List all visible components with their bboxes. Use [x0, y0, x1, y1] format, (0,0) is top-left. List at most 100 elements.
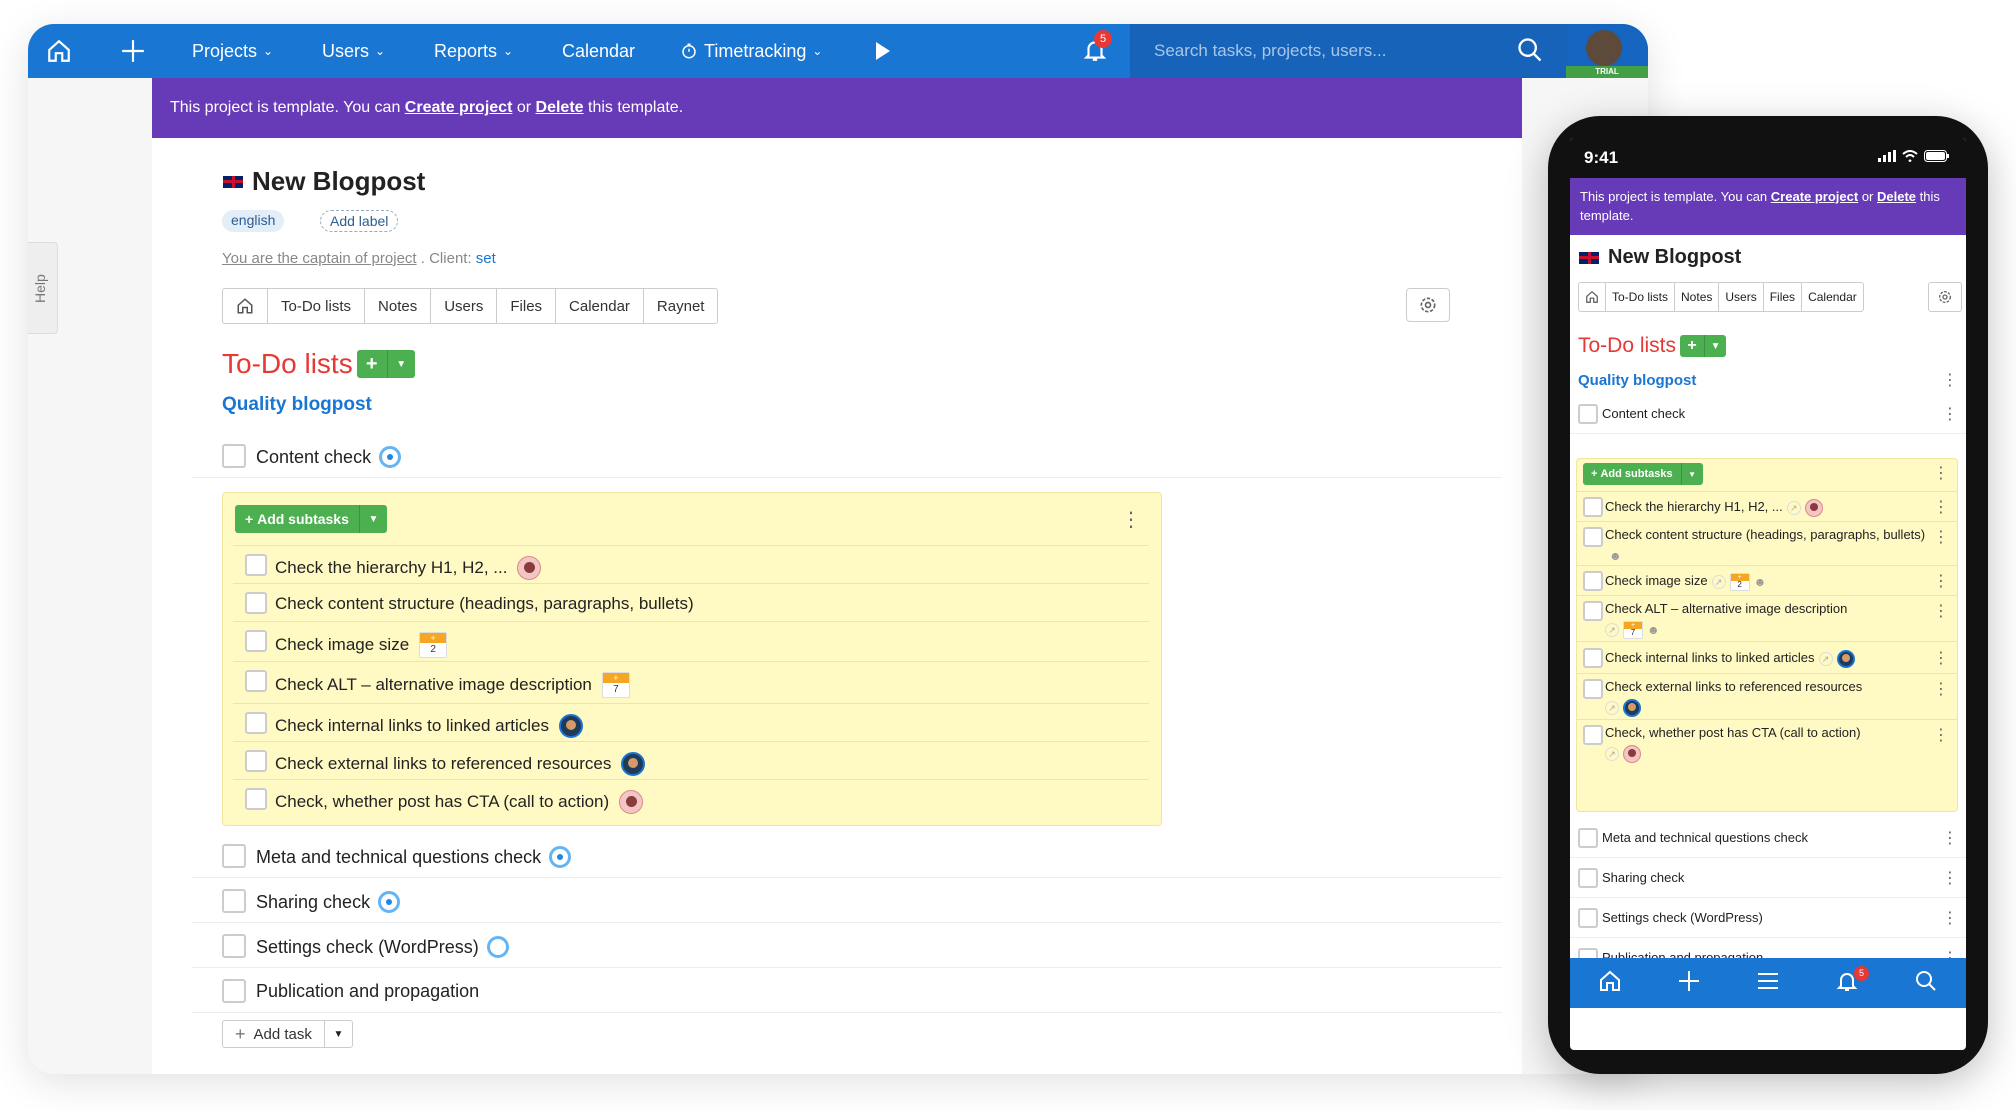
subtask-checkbox[interactable]: [245, 670, 267, 692]
tab-users[interactable]: Users: [1719, 283, 1764, 311]
plus-icon[interactable]: +: [356, 350, 387, 378]
subtask-checkbox[interactable]: [245, 592, 267, 614]
more-options-icon[interactable]: ⋮: [1933, 497, 1949, 517]
nav-timetracking[interactable]: Timetracking ⌄: [680, 24, 822, 78]
task-checkbox[interactable]: [1578, 404, 1598, 424]
subtask-checkbox[interactable]: [1583, 648, 1603, 668]
create-project-link[interactable]: Create project: [405, 99, 513, 116]
more-options-icon[interactable]: ⋮: [1933, 648, 1949, 668]
subtask-checkbox[interactable]: [1583, 571, 1603, 591]
task-label[interactable]: Meta and technical questions check: [1602, 828, 1808, 848]
due-calendar-icon[interactable]: +7: [601, 672, 630, 698]
chevron-down-icon[interactable]: ▼: [358, 505, 387, 533]
chevron-down-icon[interactable]: ▼: [1680, 463, 1703, 485]
help-tab[interactable]: Help: [28, 242, 58, 334]
subtask-checkbox[interactable]: [245, 630, 267, 652]
subtask-label[interactable]: Check the hierarchy H1, H2, ...: [275, 558, 507, 578]
more-options-icon[interactable]: ⋮: [1933, 679, 1949, 699]
subtask-checkbox[interactable]: [1583, 601, 1603, 621]
subtask-row[interactable]: Check the hierarchy H1, H2, ...: [233, 545, 1149, 583]
subtask-row[interactable]: Check the hierarchy H1, H2, ... ↗ ⋮: [1577, 491, 1957, 521]
task-checkbox[interactable]: [222, 979, 246, 1003]
link-icon[interactable]: ↗: [1605, 700, 1619, 715]
task-checkbox[interactable]: [222, 844, 246, 868]
task-checkbox[interactable]: [1578, 868, 1598, 888]
link-icon[interactable]: ↗: [1786, 500, 1801, 515]
task-row[interactable]: Settings check (WordPress) ⋮: [1570, 898, 1966, 938]
task-row[interactable]: Settings check (WordPress): [192, 924, 1502, 968]
subtask-checkbox[interactable]: [245, 712, 267, 734]
add-subtasks-button[interactable]: + Add subtasks ▼: [235, 505, 387, 533]
tab-home[interactable]: [1579, 283, 1606, 311]
task-row[interactable]: Sharing check ⋮: [1570, 858, 1966, 898]
play-icon[interactable]: [874, 24, 892, 78]
tab-raynet[interactable]: Raynet: [644, 289, 718, 323]
subtask-checkbox[interactable]: [1583, 679, 1603, 699]
more-options-icon[interactable]: ⋮: [1933, 527, 1949, 547]
task-label[interactable]: Publication and propagation: [256, 981, 479, 1002]
tab-todo-lists[interactable]: To-Do lists: [268, 289, 366, 323]
task-checkbox[interactable]: [222, 444, 246, 468]
chevron-down-icon[interactable]: ▼: [1704, 335, 1727, 357]
more-options-icon[interactable]: ⋮: [1942, 868, 1958, 888]
add-subtasks-button[interactable]: + Add subtasks ▼: [1583, 463, 1703, 485]
settings-button[interactable]: [1406, 288, 1450, 322]
more-options-icon[interactable]: ⋮: [1121, 507, 1141, 532]
link-icon[interactable]: ↗: [1605, 622, 1619, 637]
link-icon[interactable]: ↗: [1711, 574, 1726, 589]
nav-reports[interactable]: Reports ⌄: [434, 24, 513, 78]
user-avatar-button[interactable]: TRIAL: [1566, 24, 1648, 78]
assignee-avatar[interactable]: [1623, 698, 1641, 717]
tab-home[interactable]: [223, 289, 268, 323]
more-options-icon[interactable]: ⋮: [1942, 908, 1958, 928]
more-options-icon[interactable]: ⋮: [1942, 404, 1958, 424]
task-row[interactable]: Sharing check: [192, 879, 1502, 923]
subtask-label[interactable]: Check, whether post has CTA (call to act…: [275, 792, 609, 812]
subtask-label[interactable]: Check internal links to linked articles: [275, 716, 549, 736]
list-title[interactable]: Quality blogpost: [1578, 372, 1696, 389]
subtask-label[interactable]: Check image size: [1605, 573, 1708, 588]
assignee-avatar[interactable]: [517, 556, 542, 580]
subtask-label[interactable]: Check internal links to linked articles: [1605, 650, 1815, 665]
chevron-down-icon[interactable]: ▼: [386, 350, 415, 378]
assign-user-icon[interactable]: ☻: [1647, 620, 1660, 640]
task-checkbox[interactable]: [1578, 908, 1598, 928]
subtask-row[interactable]: Check image size ↗ +2 ☻ ⋮: [1577, 565, 1957, 595]
subtask-row[interactable]: Check, whether post has CTA (call to act…: [233, 779, 1149, 817]
subtask-checkbox[interactable]: [245, 788, 267, 810]
task-row[interactable]: Meta and technical questions check: [192, 834, 1502, 878]
task-checkbox[interactable]: [222, 889, 246, 913]
assignee-avatar[interactable]: [1804, 498, 1823, 517]
subtask-checkbox[interactable]: [1583, 527, 1603, 547]
assign-user-icon[interactable]: ☻: [1754, 572, 1767, 592]
more-options-icon[interactable]: ⋮: [1942, 370, 1958, 390]
assign-user-icon[interactable]: ☻: [1609, 546, 1622, 566]
task-row[interactable]: Meta and technical questions check ⋮: [1570, 818, 1966, 858]
delete-template-link[interactable]: Delete: [536, 99, 584, 116]
client-set-link[interactable]: set: [476, 250, 496, 267]
task-label[interactable]: Settings check (WordPress): [256, 937, 479, 958]
delete-template-link[interactable]: Delete: [1877, 189, 1916, 204]
more-options-icon[interactable]: ⋮: [1942, 828, 1958, 848]
tab-notes[interactable]: Notes: [1675, 283, 1720, 311]
subtask-row[interactable]: Check content structure (headings, parag…: [233, 583, 1149, 621]
subtask-label[interactable]: Check the hierarchy H1, H2, ...: [1605, 499, 1783, 514]
more-options-icon[interactable]: ⋮: [1933, 463, 1949, 483]
tab-files[interactable]: Files: [1764, 283, 1803, 311]
create-project-link[interactable]: Create project: [1771, 189, 1858, 204]
subtask-row[interactable]: Check image size +2: [233, 621, 1149, 659]
assignee-avatar[interactable]: [1623, 744, 1641, 763]
search-icon[interactable]: [1914, 969, 1938, 998]
tab-files[interactable]: Files: [497, 289, 557, 323]
subtask-label[interactable]: Check external links to referenced resou…: [275, 754, 611, 774]
more-options-icon[interactable]: ⋮: [1933, 571, 1949, 591]
tab-calendar[interactable]: Calendar: [556, 289, 644, 323]
due-calendar-icon[interactable]: +2: [419, 632, 448, 658]
add-icon[interactable]: [1677, 969, 1701, 998]
home-icon[interactable]: [46, 24, 72, 78]
add-list-button[interactable]: + ▼: [356, 350, 415, 378]
more-options-icon[interactable]: ⋮: [1933, 601, 1949, 621]
subtask-label[interactable]: Check image size: [275, 635, 409, 655]
subtask-row[interactable]: Check ALT – alternative image descriptio…: [1577, 595, 1957, 641]
captain-text[interactable]: You are the captain of project: [222, 250, 417, 267]
